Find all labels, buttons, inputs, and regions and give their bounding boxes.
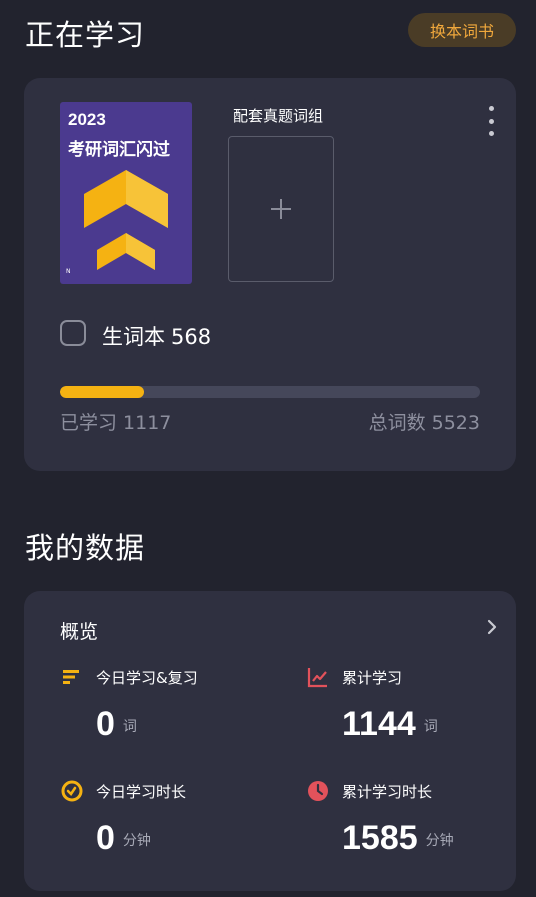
vocab-book-label[interactable]: 生词本 568 xyxy=(102,321,211,351)
progress-bar xyxy=(60,386,480,398)
stat-number: 1585 xyxy=(342,819,418,857)
stat-value: 0 分钟 xyxy=(96,819,151,858)
overview-title: 概览 xyxy=(60,621,99,643)
related-set-label: 配套真题词组 xyxy=(233,107,324,125)
list-icon xyxy=(63,670,79,684)
stat-unit: 词 xyxy=(122,719,137,736)
clock-icon xyxy=(308,781,328,801)
chevron-right-icon[interactable] xyxy=(484,617,500,637)
stat-number: 0 xyxy=(96,819,115,857)
add-word-set-button[interactable] xyxy=(228,136,334,282)
learned-count: 已学习 1117 xyxy=(60,412,172,434)
section-title-my-data: 我的数据 xyxy=(25,531,146,565)
progress-fill xyxy=(60,386,144,398)
stat-number: 1144 xyxy=(342,705,416,743)
book-corner-mark: N xyxy=(66,268,71,275)
total-count: 总词数 5523 xyxy=(368,412,480,434)
stat-label: 今日学习时长 xyxy=(96,783,187,801)
stat-label: 累计学习 xyxy=(342,669,403,687)
stat-unit: 分钟 xyxy=(122,833,151,850)
stat-value: 1144 词 xyxy=(342,705,438,744)
stat-value: 1585 分钟 xyxy=(342,819,454,858)
more-vertical-icon[interactable] xyxy=(484,106,498,136)
vocab-book-text: 生词本 xyxy=(102,325,165,349)
book-year: 2023 xyxy=(68,110,106,129)
current-book-card: 2023 考研词汇闪过 N 配套真题词组 生词本 568 已学习 1117 总词数… xyxy=(24,78,516,471)
vocab-book-count: 568 xyxy=(171,325,212,349)
line-chart-icon xyxy=(307,668,327,688)
stat-label: 今日学习&复习 xyxy=(96,669,198,687)
page-title: 正在学习 xyxy=(25,18,146,52)
plus-icon xyxy=(271,199,291,219)
vocab-book-checkbox[interactable] xyxy=(60,320,86,346)
book-name: 考研词汇闪过 xyxy=(68,140,170,160)
change-book-button[interactable]: 换本词书 xyxy=(408,13,516,47)
timer-icon xyxy=(61,780,83,802)
stat-label: 累计学习时长 xyxy=(342,783,433,801)
stat-unit: 词 xyxy=(423,719,438,736)
header: 正在学习 换本词书 xyxy=(0,0,536,62)
book-cover[interactable]: 2023 考研词汇闪过 N xyxy=(60,102,192,284)
stat-value: 0词 xyxy=(96,705,137,744)
stat-unit: 分钟 xyxy=(425,833,454,850)
overview-card[interactable]: 概览 今日学习&复习 0词 累计学习 1144 词 今日学习时长 0 分钟 累计… xyxy=(24,591,516,891)
stat-number: 0 xyxy=(96,705,115,743)
